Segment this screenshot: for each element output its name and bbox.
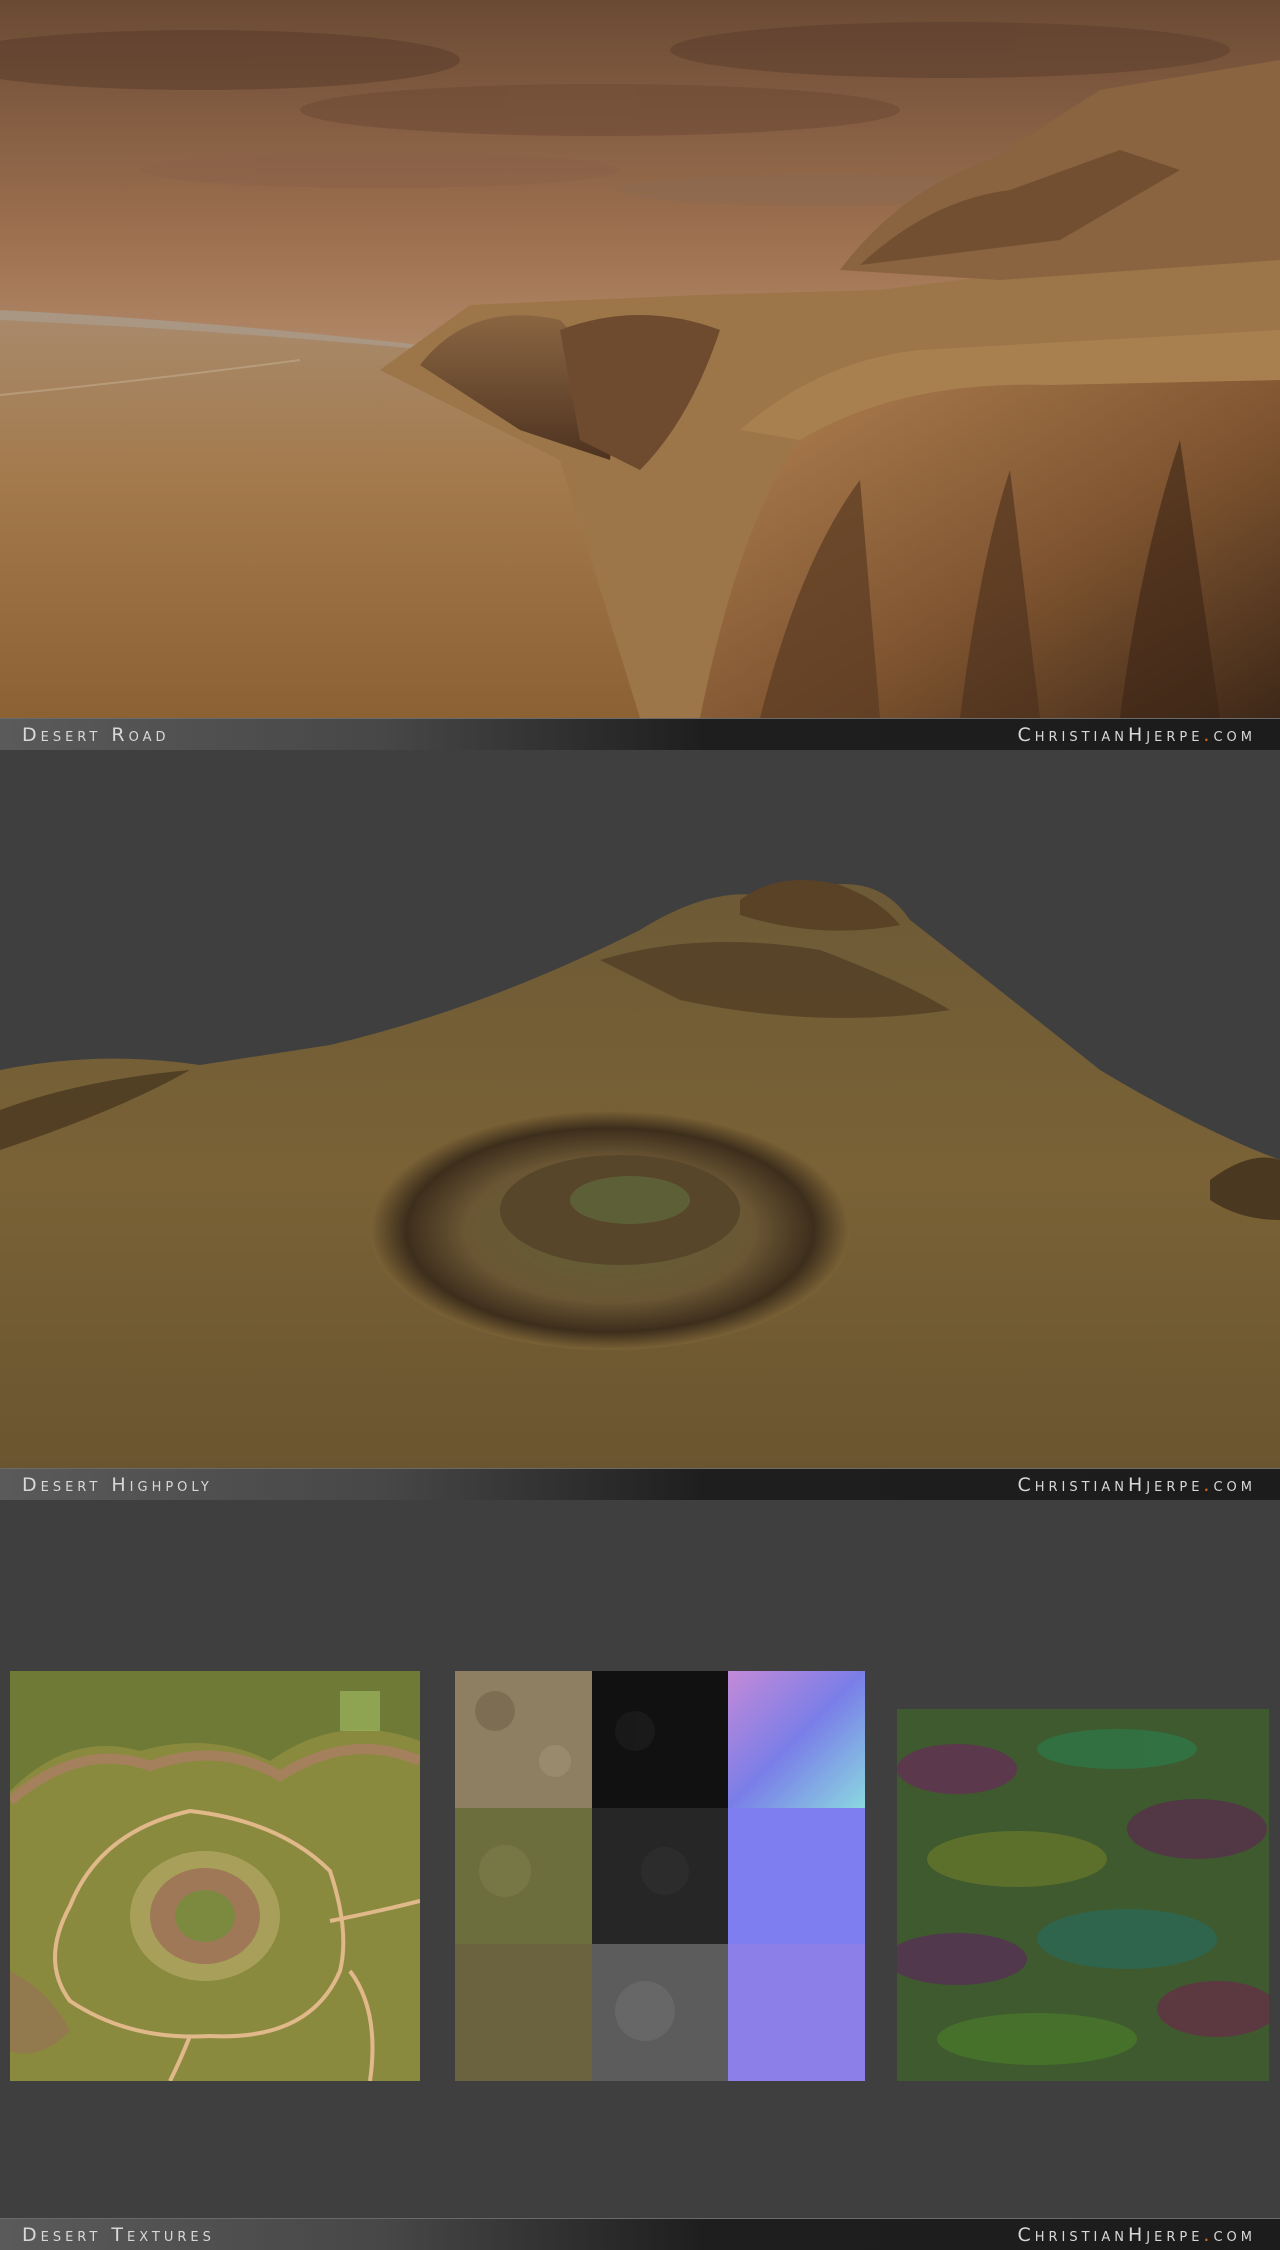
desert-highpoly-render — [0, 750, 1280, 1468]
splat-map-texture — [10, 1671, 420, 2081]
desert-road-render — [0, 0, 1280, 718]
site-watermark: ChristianHjerpe.com — [1017, 2223, 1256, 2246]
desert-textures-section: Desert Textures ChristianHjerpe.com — [0, 1500, 1280, 2250]
desert-highpoly-section: Desert Highpoly ChristianHjerpe.com — [0, 750, 1280, 1500]
desert-textures-panel — [0, 1500, 1280, 2218]
section-title: Desert Road — [22, 723, 170, 746]
site-watermark: ChristianHjerpe.com — [1017, 723, 1256, 746]
caption-bar: Desert Textures ChristianHjerpe.com — [0, 2218, 1280, 2250]
caption-bar: Desert Road ChristianHjerpe.com — [0, 718, 1280, 750]
section-title: Desert Textures — [22, 2223, 215, 2246]
site-watermark: ChristianHjerpe.com — [1017, 1473, 1256, 1496]
desert-highpoly-image — [0, 750, 1280, 1468]
caption-bar: Desert Highpoly ChristianHjerpe.com — [0, 1468, 1280, 1500]
section-title: Desert Highpoly — [22, 1473, 213, 1496]
material-texture-grid — [455, 1671, 865, 2081]
color-variation-texture — [897, 1709, 1269, 2081]
desert-road-section: Desert Road ChristianHjerpe.com — [0, 0, 1280, 750]
desert-road-image — [0, 0, 1280, 718]
